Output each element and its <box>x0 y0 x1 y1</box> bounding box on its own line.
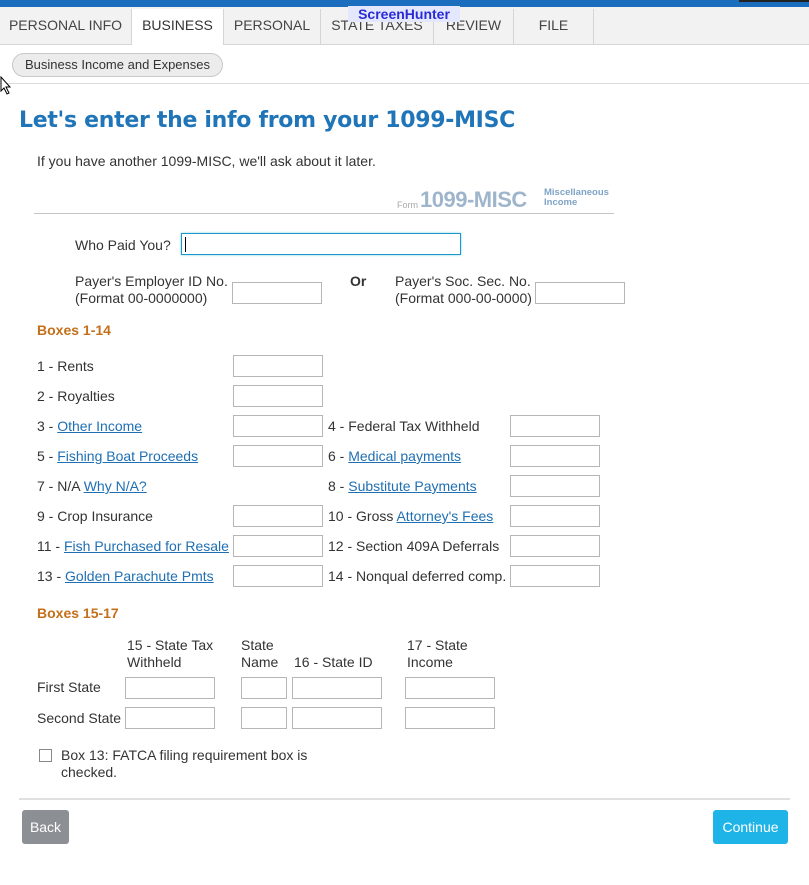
fishing-boat-link[interactable]: Fishing Boat Proceeds <box>57 448 198 464</box>
box11-label: 11 - Fish Purchased for Resale <box>37 538 229 554</box>
box9-label: 9 - Crop Insurance <box>37 508 153 524</box>
box8-label: 8 - Substitute Payments <box>328 478 477 494</box>
second-state-label: Second State <box>37 710 122 726</box>
box2-label: 2 - Royalties <box>37 388 115 404</box>
box10-input[interactable] <box>510 505 600 527</box>
top-dark-segment <box>739 0 809 2</box>
box14-label: 14 - Nonqual deferred comp. <box>328 568 507 584</box>
form-subtitle: Miscellaneous Income <box>544 187 609 208</box>
back-button[interactable]: Back <box>22 810 69 844</box>
or-label: Or <box>350 273 367 289</box>
col-state-id-header: 16 - State ID <box>294 654 373 670</box>
box3-label: 3 - Other Income <box>37 418 143 434</box>
box11-input[interactable] <box>233 535 323 557</box>
box13-input[interactable] <box>233 565 323 587</box>
footer-divider <box>19 798 790 800</box>
box8-input[interactable] <box>510 475 600 497</box>
fatca-label: Box 13: FATCA filing requirement box is c… <box>61 747 308 780</box>
box4-input[interactable] <box>510 415 600 437</box>
box12-label: 12 - Section 409A Deferrals <box>328 538 500 554</box>
box9-input[interactable] <box>233 505 323 527</box>
ein-input[interactable] <box>232 282 322 304</box>
golden-parachute-link[interactable]: Golden Parachute Pmts <box>65 568 214 584</box>
boxes-15-17-heading: Boxes 15-17 <box>37 605 119 621</box>
col-state-income-header: 17 - State Income <box>407 637 468 670</box>
box6-label: 6 - Medical payments <box>328 448 462 464</box>
text-caret <box>185 237 186 252</box>
box5-input[interactable] <box>233 445 323 467</box>
box2-input[interactable] <box>233 385 323 407</box>
box4-label: 4 - Federal Tax Withheld <box>328 418 480 434</box>
box6-input[interactable] <box>510 445 600 467</box>
second-state-withheld-input[interactable] <box>125 707 215 729</box>
page-title: Let's enter the info from your 1099-MISC <box>19 108 515 133</box>
box1-label: 1 - Rents <box>37 358 94 374</box>
intro-text: If you have another 1099-MISC, we'll ask… <box>37 153 376 169</box>
tab-personal[interactable]: PERSONAL <box>224 9 321 44</box>
screenhunter-watermark: ScreenHunter <box>348 6 460 22</box>
form-word: Form <box>397 200 418 210</box>
ssn-label: Payer's Soc. Sec. No. (Format 000-00-0000… <box>395 273 532 306</box>
ssn-input[interactable] <box>535 282 625 304</box>
mouse-pointer-icon <box>0 76 12 95</box>
first-state-income-input[interactable] <box>405 677 495 699</box>
sub-navigation: Business Income and Expenses <box>0 45 809 84</box>
other-income-link[interactable]: Other Income <box>57 418 142 434</box>
box1-input[interactable] <box>233 355 323 377</box>
col-state-tax-withheld-header: 15 - State Tax Withheld <box>127 637 214 670</box>
second-state-id-input[interactable] <box>292 707 382 729</box>
box13-label: 13 - Golden Parachute Pmts <box>37 568 214 584</box>
first-state-label: First State <box>37 679 101 695</box>
continue-button[interactable]: Continue <box>713 810 788 844</box>
breadcrumb-pill[interactable]: Business Income and Expenses <box>12 53 223 77</box>
who-paid-label: Who Paid You? <box>75 237 171 253</box>
fatca-checkbox[interactable] <box>39 749 52 762</box>
attorneys-fees-link[interactable]: Attorney's Fees <box>396 508 493 524</box>
substitute-payments-link[interactable]: Substitute Payments <box>348 478 476 494</box>
medical-payments-link[interactable]: Medical payments <box>348 448 461 464</box>
first-state-id-input[interactable] <box>292 677 382 699</box>
first-state-name-input[interactable] <box>241 677 287 699</box>
who-paid-input[interactable] <box>181 233 461 255</box>
box14-input[interactable] <box>510 565 600 587</box>
box5-label: 5 - Fishing Boat Proceeds <box>37 448 199 464</box>
tab-file[interactable]: FILE <box>514 9 594 44</box>
boxes-1-14-heading: Boxes 1-14 <box>37 322 111 338</box>
second-state-name-input[interactable] <box>241 707 287 729</box>
form-number: 1099-MISC <box>420 187 527 212</box>
box3-input[interactable] <box>233 415 323 437</box>
box12-input[interactable] <box>510 535 600 557</box>
box10-label: 10 - Gross Attorney's Fees <box>328 508 494 524</box>
why-na-link[interactable]: Why N/A? <box>84 478 147 494</box>
fish-purchased-link[interactable]: Fish Purchased for Resale <box>64 538 229 554</box>
ein-label: Payer's Employer ID No. (Format 00-000000… <box>75 273 228 306</box>
tab-personal-info[interactable]: PERSONAL INFO <box>0 9 132 44</box>
box7-label: 7 - N/A Why N/A? <box>37 478 147 494</box>
form-1099-misc-header: Form 1099-MISC Miscellaneous Income <box>34 186 614 214</box>
second-state-income-input[interactable] <box>405 707 495 729</box>
col-state-name-header: State Name <box>241 637 279 670</box>
first-state-withheld-input[interactable] <box>125 677 215 699</box>
tab-business[interactable]: BUSINESS <box>132 9 224 46</box>
